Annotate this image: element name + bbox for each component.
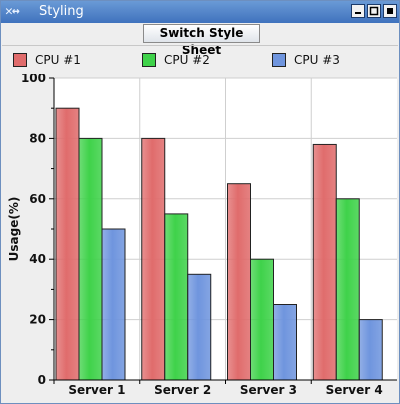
bar-2-2 [164, 213, 189, 381]
x-tick-label: Server 3 [240, 383, 297, 397]
x-tick-label: Server 1 [68, 383, 125, 397]
bar-2-4 [335, 198, 360, 381]
legend-swatch-cpu3 [272, 53, 286, 67]
bar-2-3 [250, 258, 274, 381]
legend-label-cpu2: CPU #2 [164, 53, 210, 67]
y-axis-label: Usage(%) [7, 197, 21, 262]
minimize-button[interactable] [351, 4, 365, 18]
y-tick-label: 0 [38, 373, 46, 387]
x-logo-icon[interactable]: ✕↔ [5, 3, 35, 21]
close-button[interactable] [383, 4, 397, 18]
legend-swatch-cpu2 [142, 53, 156, 67]
bar-2-1 [78, 137, 103, 381]
window-title: Styling [39, 4, 84, 19]
bar-3-4 [358, 319, 383, 381]
x-tick-label: Server 2 [154, 383, 211, 397]
chart-legend: CPU #1 CPU #2 CPU #3 [2, 45, 398, 75]
legend-label-cpu3: CPU #3 [294, 53, 340, 67]
maximize-button[interactable] [367, 4, 381, 18]
bar-chart: 0 20 40 60 80 100 Server 1 Server 2 Server 3 Serv… [7, 71, 397, 397]
y-tick-label: 20 [29, 313, 46, 327]
y-tick-label: 40 [29, 252, 46, 266]
y-tick-label: 100 [21, 74, 46, 85]
toolbar: Switch Style Sheet [2, 23, 398, 57]
minimize-icon [355, 12, 361, 14]
x-tick-label: Server 4 [326, 383, 383, 397]
legend-swatch-cpu1 [13, 53, 27, 67]
switch-style-sheet-button[interactable]: Switch Style Sheet [143, 24, 260, 57]
bar-3-3 [273, 304, 297, 381]
bar-3-2 [187, 273, 212, 381]
y-tick-label: 60 [29, 192, 46, 206]
bar-1-2 [141, 137, 166, 381]
maximize-icon [369, 6, 379, 16]
title-bar[interactable]: ✕↔ Styling [1, 1, 399, 23]
bar-1-3 [227, 183, 251, 381]
bar-1-1 [55, 107, 80, 381]
legend-label-cpu1: CPU #1 [35, 53, 81, 67]
app-window: ✕↔ Styling Switch Style Sheet CPU #1 CPU… [0, 0, 400, 404]
bar-1-4 [312, 143, 337, 381]
chart-area: 0 20 40 60 80 100 Server 1 Server 2 Server 3 Serv… [2, 71, 398, 400]
y-tick-label: 80 [29, 131, 46, 145]
bar-3-1 [101, 228, 126, 381]
close-icon [387, 8, 393, 14]
